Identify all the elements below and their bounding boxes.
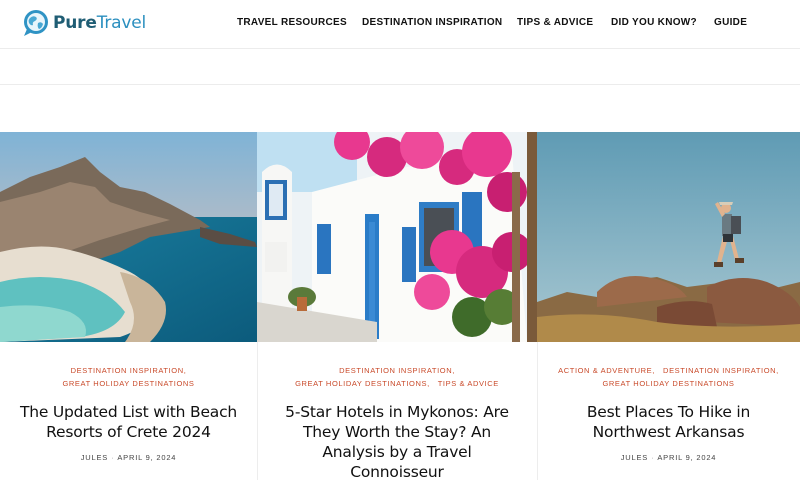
post-date: APRIL 9, 2024 — [657, 453, 717, 462]
post-categories: DESTINATION INSPIRATION, GREAT HOLIDAY D… — [295, 366, 499, 388]
category-link[interactable]: GREAT HOLIDAY DESTINATIONS — [295, 379, 427, 388]
post-meta: JULES · APRIL 9, 2024 — [80, 453, 177, 462]
post-image-mykonos[interactable] — [257, 132, 537, 342]
post-date: APRIL 9, 2024 — [117, 453, 177, 462]
post-card: DESTINATION INSPIRATION, GREAT HOLIDAY D… — [257, 132, 537, 480]
nav-guide[interactable]: GUIDE — [714, 17, 747, 28]
post-categories: ACTION & ADVENTURE, DESTINATION INSPIRAT… — [558, 366, 779, 388]
category-link[interactable]: DESTINATION INSPIRATION — [339, 366, 452, 375]
site-header: PureTravel TRAVEL RESOURCES DESTINATION … — [0, 0, 800, 48]
category-link[interactable]: GREAT HOLIDAY DESTINATIONS — [62, 379, 194, 388]
post-title[interactable]: 5-Star Hotels in Mykonos: Are They Worth… — [257, 402, 537, 480]
section-divider — [0, 84, 800, 85]
category-link[interactable]: ACTION & ADVENTURE — [558, 366, 652, 375]
post-title[interactable]: The Updated List with Beach Resorts of C… — [0, 402, 257, 442]
category-link[interactable]: GREAT HOLIDAY DESTINATIONS — [602, 379, 734, 388]
post-categories: DESTINATION INSPIRATION, GREAT HOLIDAY D… — [62, 366, 195, 388]
post-card: ACTION & ADVENTURE, DESTINATION INSPIRAT… — [537, 132, 800, 480]
crete-lagoon-photo — [0, 132, 257, 342]
mykonos-street-photo — [257, 132, 537, 342]
hiker-rocks-photo — [537, 132, 800, 342]
post-title[interactable]: Best Places To Hike in Northwest Arkansa… — [537, 402, 800, 442]
nav-destination-inspiration[interactable]: DESTINATION INSPIRATION — [362, 17, 502, 28]
nav-tips-advice[interactable]: TIPS & ADVICE — [517, 17, 593, 28]
category-link[interactable]: DESTINATION INSPIRATION — [663, 366, 776, 375]
post-author[interactable]: JULES — [81, 453, 108, 462]
main-navigation: TRAVEL RESOURCES DESTINATION INSPIRATION… — [0, 17, 800, 31]
header-divider — [0, 48, 800, 49]
post-image-hiker[interactable] — [537, 132, 800, 342]
post-meta: JULES · APRIL 9, 2024 — [620, 453, 717, 462]
category-link[interactable]: DESTINATION INSPIRATION — [71, 366, 184, 375]
post-author[interactable]: JULES — [621, 453, 648, 462]
post-image-crete[interactable] — [0, 132, 257, 342]
post-card: DESTINATION INSPIRATION, GREAT HOLIDAY D… — [0, 132, 257, 480]
nav-travel-resources[interactable]: TRAVEL RESOURCES — [237, 17, 347, 28]
nav-did-you-know[interactable]: DID YOU KNOW? — [611, 17, 697, 28]
category-link[interactable]: TIPS & ADVICE — [438, 379, 499, 388]
